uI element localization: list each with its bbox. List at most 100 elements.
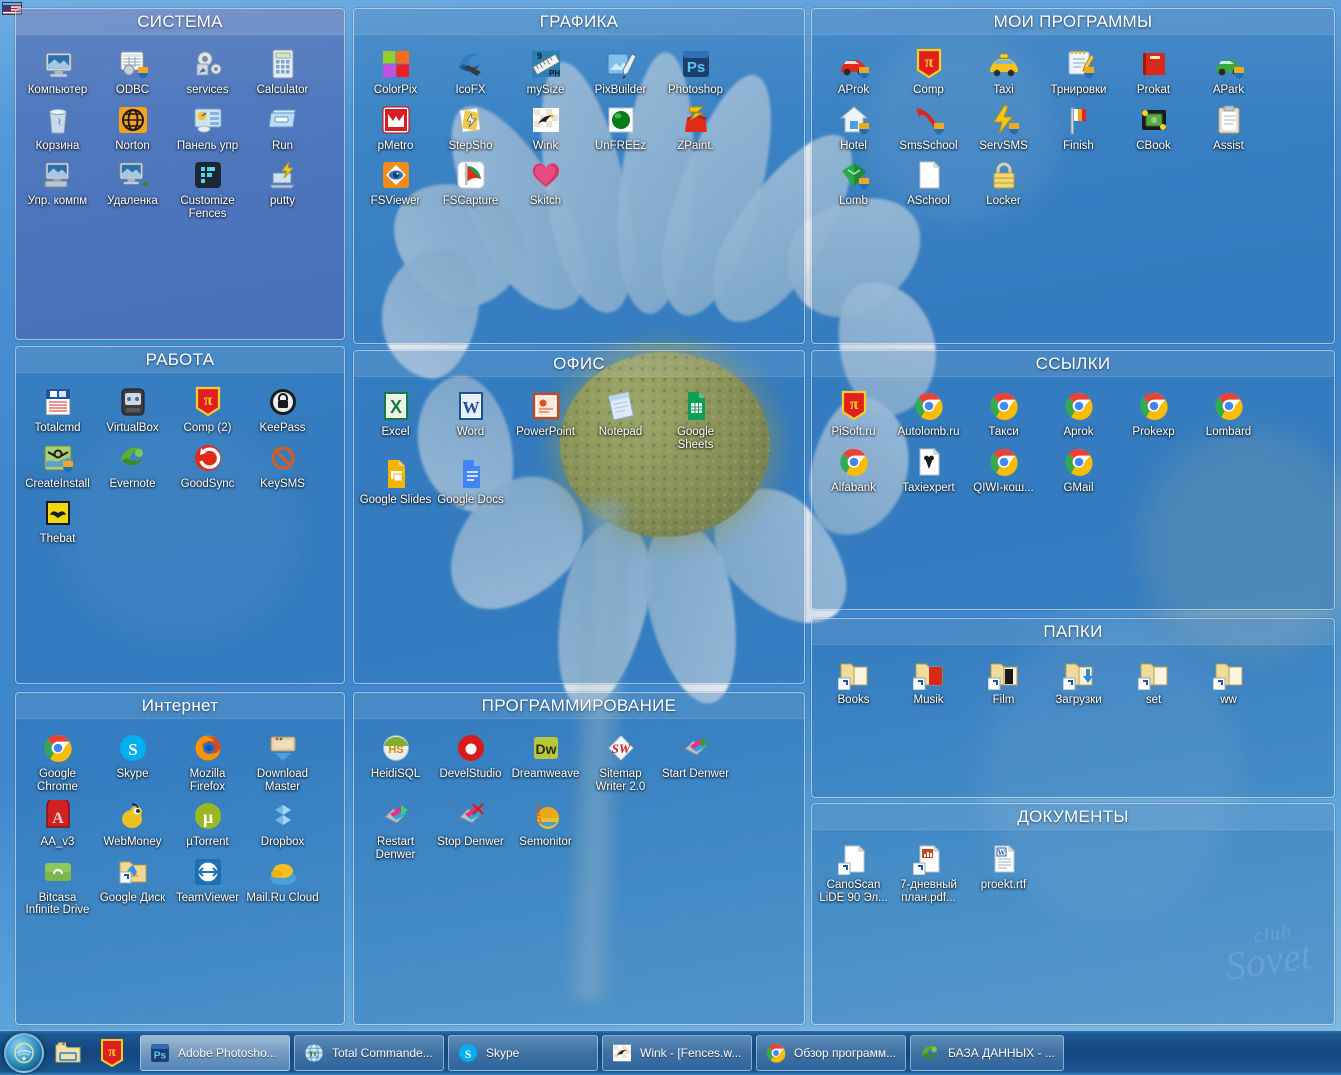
desktop-icon-grafika-8[interactable]: UnFREEz — [583, 99, 658, 155]
desktop-icon-internet-2[interactable]: Mozilla Firefox — [170, 727, 245, 795]
taskbar-button-0[interactable]: Ps Adobe Photosho... — [140, 1035, 290, 1071]
desktop-icon-internet-0[interactable]: Google Chrome — [20, 727, 95, 795]
desktop-icon-internet-9[interactable]: Google Диск — [95, 851, 170, 919]
desktop-icon-dokumenty-0[interactable]: CanoScan LiDE 90 Эл... — [816, 838, 891, 906]
fence-rabota[interactable]: РАБОТА Totalcmd VirtualBox π Comp (2) KeePas… — [15, 346, 345, 684]
desktop-icon-grafika-1[interactable]: IcoFX — [433, 43, 508, 99]
desktop-icon-ssylki-4[interactable]: Prokexp — [1116, 385, 1191, 441]
desktop-icon-ofis-2[interactable]: PowerPoint — [508, 385, 583, 453]
desktop-icon-moi-programmy-0[interactable]: AProk — [816, 43, 891, 99]
desktop-icon-grafika-5[interactable]: pMetro — [358, 99, 433, 155]
desktop-icon-moi-programmy-8[interactable]: ServSMS — [966, 99, 1041, 155]
desktop-icon-moi-programmy-9[interactable]: Finish — [1041, 99, 1116, 155]
desktop-icon-rabota-6[interactable]: GoodSync — [170, 437, 245, 493]
desktop-icon-ssylki-7[interactable]: Taxiexpert — [891, 441, 966, 497]
desktop-icon-ssylki-3[interactable]: Aprok — [1041, 385, 1116, 441]
taskbar-button-1[interactable]: TC Total Commande... — [294, 1035, 444, 1071]
desktop-icon-grafika-11[interactable]: FSCapture — [433, 154, 508, 210]
desktop-icon-ssylki-0[interactable]: π PiSoft.ru — [816, 385, 891, 441]
desktop-icon-ofis-3[interactable]: Notepad — [583, 385, 658, 453]
desktop-icon-rabota-8[interactable]: Thebat — [20, 492, 95, 548]
taskbar-button-2[interactable]: S Skype — [448, 1035, 598, 1071]
fence-ssylki[interactable]: ССЫЛКИ π PiSoft.ru Autolomb.ru Такси Aprok Pr… — [811, 350, 1335, 610]
desktop-icon-programmirovanie-4[interactable]: Start Denwer — [658, 727, 733, 795]
desktop-icon-programmirovanie-5[interactable]: Restart Denwer — [358, 795, 433, 863]
desktop-icon-ssylki-6[interactable]: Alfabank — [816, 441, 891, 497]
desktop-icon-moi-programmy-7[interactable]: SmsSchool — [891, 99, 966, 155]
taskbar-button-4[interactable]: Обзор программ... — [756, 1035, 906, 1071]
desktop-icon-rabota-7[interactable]: KeySMS — [245, 437, 320, 493]
desktop-icon-papki-5[interactable]: ww — [1191, 653, 1266, 709]
desktop-icon-sistema-11[interactable]: putty — [245, 154, 320, 222]
desktop-icon-programmirovanie-2[interactable]: Dw Dreamweave — [508, 727, 583, 795]
fence-internet[interactable]: Интернет Google Chrome S Skype Mozilla Fire… — [15, 692, 345, 1025]
desktop-icon-sistema-10[interactable]: Customize Fences — [170, 154, 245, 222]
desktop-icon-ssylki-9[interactable]: GMail — [1041, 441, 1116, 497]
desktop-icon-ssylki-8[interactable]: QIWI-кош... — [966, 441, 1041, 497]
desktop-icon-sistema-4[interactable]: Корзина — [20, 99, 95, 155]
desktop-icon-sistema-6[interactable]: Панель упр — [170, 99, 245, 155]
desktop-icon-internet-1[interactable]: S Skype — [95, 727, 170, 795]
desktop-icon-internet-4[interactable]: A AA_v3 — [20, 795, 95, 851]
desktop-icon-rabota-3[interactable]: KeePass — [245, 381, 320, 437]
desktop-icon-sistema-9[interactable]: ✦ Удаленка — [95, 154, 170, 222]
desktop-icon-sistema-2[interactable]: services — [170, 43, 245, 99]
desktop-icon-programmirovanie-0[interactable]: HS HeidiSQL — [358, 727, 433, 795]
start-button[interactable] — [4, 1033, 44, 1073]
desktop-icon-ssylki-1[interactable]: Autolomb.ru — [891, 385, 966, 441]
taskbar-button-3[interactable]: Wink - [Fences.w... — [602, 1035, 752, 1071]
desktop-icon-grafika-6[interactable]: StepSho — [433, 99, 508, 155]
desktop-icon-rabota-1[interactable]: VirtualBox — [95, 381, 170, 437]
desktop-icon-moi-programmy-12[interactable]: Lomb — [816, 154, 891, 210]
desktop-icon-ofis-0[interactable]: X Excel — [358, 385, 433, 453]
desktop-icon-grafika-12[interactable]: Skitch — [508, 154, 583, 210]
desktop-icon-internet-10[interactable]: TeamViewer — [170, 851, 245, 919]
desktop-icon-internet-8[interactable]: Bitcasa Infinite Drive — [20, 851, 95, 919]
desktop-icon-moi-programmy-2[interactable]: Taxi — [966, 43, 1041, 99]
desktop-icon-grafika-4[interactable]: Ps Photoshop — [658, 43, 733, 99]
desktop-icon-dokumenty-2[interactable]: Wproekt.rtf — [966, 838, 1041, 906]
desktop-icon-ssylki-5[interactable]: Lombard — [1191, 385, 1266, 441]
desktop-icon-rabota-4[interactable]: CreateInstall — [20, 437, 95, 493]
desktop-icon-papki-3[interactable]: Загрузки — [1041, 653, 1116, 709]
desktop-icon-internet-7[interactable]: Dropbox — [245, 795, 320, 851]
taskbar-button-5[interactable]: БАЗА ДАННЫХ - ... — [910, 1035, 1064, 1071]
desktop-icon-grafika-3[interactable]: PixBuilder — [583, 43, 658, 99]
desktop-icon-moi-programmy-14[interactable]: Locker — [966, 154, 1041, 210]
desktop-icon-grafika-9[interactable]: ZPaint. — [658, 99, 733, 155]
desktop-icon-moi-programmy-6[interactable]: Hotel — [816, 99, 891, 155]
desktop-icon-rabota-5[interactable]: Evernote — [95, 437, 170, 493]
desktop-icon-ofis-6[interactable]: Google Docs — [433, 453, 508, 509]
desktop-icon-grafika-2[interactable]: 9 PH mySize — [508, 43, 583, 99]
fence-papki[interactable]: ПАПКИ Books Musik Film Загрузки set ww — [811, 618, 1335, 798]
desktop-icon-internet-6[interactable]: µ µTorrent — [170, 795, 245, 851]
fence-sistema[interactable]: СИСТЕМА Компьютер ODBC services Calculator К… — [15, 8, 345, 340]
desktop-icon-programmirovanie-6[interactable]: Stop Denwer — [433, 795, 508, 863]
desktop-icon-internet-11[interactable]: Mail.Ru Cloud — [245, 851, 320, 919]
desktop-icon-sistema-5[interactable]: Norton — [95, 99, 170, 155]
fence-programmirovanie[interactable]: ПРОГРАММИРОВАНИЕ HS HeidiSQL DevelStudio Dw… — [353, 692, 805, 1025]
desktop-icon-papki-2[interactable]: Film — [966, 653, 1041, 709]
desktop-icon-papki-1[interactable]: Musik — [891, 653, 966, 709]
fence-moi-programmy[interactable]: МОИ ПРОГРАММЫ AProk π Comp Taxi Трнировки Pro… — [811, 8, 1335, 344]
desktop-icon-ofis-1[interactable]: W Word — [433, 385, 508, 453]
desktop-icon-programmirovanie-3[interactable]: SW Sitemap Writer 2.0 — [583, 727, 658, 795]
quicklaunch-explorer[interactable] — [48, 1033, 88, 1073]
desktop-icon-sistema-7[interactable]: Run — [245, 99, 320, 155]
desktop-icon-internet-3[interactable]: Download Master — [245, 727, 320, 795]
desktop-icon-moi-programmy-3[interactable]: Трнировки — [1041, 43, 1116, 99]
desktop-icon-papki-4[interactable]: set — [1116, 653, 1191, 709]
desktop-icon-dokumenty-1[interactable]: 7-дневный план.pdf... — [891, 838, 966, 906]
desktop-icon-moi-programmy-11[interactable]: Assist — [1191, 99, 1266, 155]
desktop-icon-sistema-0[interactable]: Компьютер — [20, 43, 95, 99]
desktop-icon-grafika-7[interactable]: Wink — [508, 99, 583, 155]
desktop-icon-sistema-1[interactable]: ODBC — [95, 43, 170, 99]
desktop-icon-sistema-3[interactable]: Calculator — [245, 43, 320, 99]
desktop-icon-grafika-0[interactable]: ColorPix — [358, 43, 433, 99]
desktop-icon-moi-programmy-5[interactable]: APark — [1191, 43, 1266, 99]
desktop-icon-programmirovanie-7[interactable]: S E O Semonitor — [508, 795, 583, 863]
desktop-icon-papki-0[interactable]: Books — [816, 653, 891, 709]
desktop-icon-sistema-8[interactable]: Упр. компм — [20, 154, 95, 222]
desktop-icon-internet-5[interactable]: WebMoney — [95, 795, 170, 851]
desktop-icon-rabota-2[interactable]: π Comp (2) — [170, 381, 245, 437]
